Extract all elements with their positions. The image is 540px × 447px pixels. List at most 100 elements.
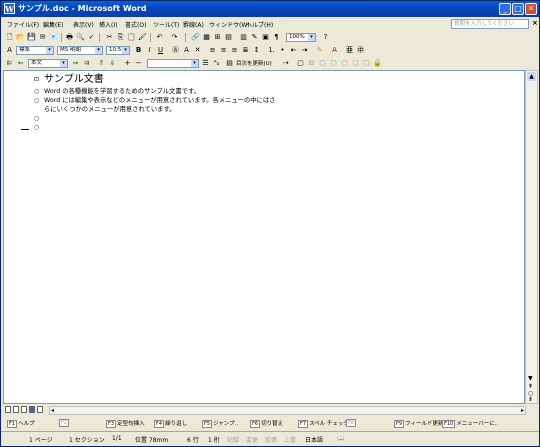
minimize-button[interactable]: _: [499, 3, 511, 15]
document-map-icon[interactable]: ▣: [261, 33, 270, 42]
status-language[interactable]: 日本語: [305, 435, 323, 444]
font-select[interactable]: MS 明朝 ▾: [57, 46, 103, 55]
outline-level-select[interactable]: 本文 ▾: [28, 59, 68, 68]
document-area[interactable]: ⊡ サンプル文書 ○ Word の各種機能を学習するためのサンプル文書です。 ○…: [3, 70, 525, 404]
scroll-left-icon[interactable]: ◂: [51, 407, 54, 414]
phonetic-guide-icon[interactable]: 亜: [345, 46, 354, 55]
save-icon[interactable]: 💾: [27, 33, 36, 42]
update-toc-icon[interactable]: ▤: [225, 59, 234, 68]
print-icon[interactable]: 🖶: [65, 33, 74, 42]
tables-borders-icon[interactable]: ▦: [202, 33, 211, 42]
help-icon[interactable]: ?: [321, 33, 330, 42]
demote-to-body-icon[interactable]: ⇉: [82, 59, 91, 68]
line-spacing-icon[interactable]: ↕: [252, 46, 261, 55]
new-document-icon[interactable]: 🗋: [5, 33, 14, 42]
promote-to-heading-icon[interactable]: ⇇: [5, 59, 14, 68]
first-line-only-icon[interactable]: ☰: [201, 59, 210, 68]
menu-file[interactable]: ファイル(F): [7, 20, 39, 29]
bullets-icon[interactable]: •: [278, 46, 287, 55]
align-center-icon[interactable]: ≡: [219, 46, 228, 55]
spelling-icon[interactable]: ✓: [87, 33, 96, 42]
font-color-icon[interactable]: A: [330, 46, 339, 55]
bold-icon[interactable]: B: [134, 46, 143, 55]
outline-body-line[interactable]: ○ Word の各種機能を学習するためのサンプル文書です。: [34, 87, 514, 96]
expand-icon[interactable]: +: [123, 59, 132, 68]
scroll-right-icon[interactable]: ▸: [521, 407, 524, 414]
enclose-characters-icon[interactable]: ㊥: [356, 46, 365, 55]
fkey-f3[interactable]: F3 定型句挿入: [106, 419, 145, 428]
word-app-icon[interactable]: W: [4, 3, 15, 14]
normal-view-icon[interactable]: [5, 406, 11, 413]
status-ext[interactable]: 拡張: [265, 435, 277, 444]
title-bar[interactable]: W サンプル.doc - Microsoft Word _ □ ✕: [1, 1, 539, 17]
body-bullet-icon[interactable]: ○: [34, 96, 39, 105]
fkey-f5[interactable]: F5 ジャンプ..: [202, 419, 238, 428]
promote-icon[interactable]: ⇐: [16, 59, 25, 68]
scroll-up-icon[interactable]: ▲: [527, 72, 536, 81]
font-size-select[interactable]: 10.5 ▾: [106, 46, 130, 55]
previous-page-icon[interactable]: ⇞: [528, 383, 533, 390]
increase-indent-icon[interactable]: ⇥: [300, 46, 309, 55]
menu-format[interactable]: 書式(O): [125, 20, 146, 29]
fkey-f6[interactable]: F6 切り替え: [250, 419, 283, 428]
status-line[interactable]: 6 行: [187, 435, 199, 444]
hyperlink-icon[interactable]: 🔗: [191, 33, 200, 42]
web-layout-view-icon[interactable]: [13, 406, 19, 413]
outline-empty-line[interactable]: ○: [34, 114, 514, 123]
email-icon[interactable]: 📧: [49, 33, 58, 42]
status-page-count[interactable]: 1/1: [112, 435, 122, 442]
show-hide-icon[interactable]: ¶: [272, 33, 281, 42]
print-layout-view-icon[interactable]: [21, 406, 27, 413]
underline-icon[interactable]: U: [156, 46, 165, 55]
show-formatting-icon[interactable]: ᴬₐ: [212, 59, 221, 68]
collapse-icon[interactable]: −: [134, 59, 143, 68]
numbering-icon[interactable]: ⒈: [267, 46, 276, 55]
heading-bullet-icon[interactable]: ⊡: [34, 73, 39, 87]
menu-tools[interactable]: ツール(T): [153, 20, 179, 29]
highlight-icon[interactable]: ✎: [315, 46, 324, 55]
status-section[interactable]: 1 セクション: [69, 435, 105, 444]
italic-icon[interactable]: I: [145, 46, 154, 55]
fkey-f10[interactable]: F10 メニューバーに..: [442, 419, 498, 428]
status-ovr[interactable]: 上書: [284, 435, 296, 444]
zoom-select[interactable]: 100% ▾: [286, 33, 316, 42]
permission-icon[interactable]: ✉: [38, 33, 47, 42]
help-search-input[interactable]: 質問を入力してください: [451, 19, 529, 29]
print-preview-icon[interactable]: 🔍: [76, 33, 85, 42]
menu-table[interactable]: 罫線(A): [183, 20, 204, 29]
status-position[interactable]: 位置 78mm: [135, 435, 168, 444]
outline-heading-line[interactable]: ⊡ サンプル文書: [34, 73, 514, 87]
move-up-icon[interactable]: ⇑: [97, 59, 106, 68]
fkey-f1[interactable]: F1 ヘルプ: [7, 419, 35, 428]
insert-table-icon[interactable]: ⊞: [213, 33, 222, 42]
outline-empty-line[interactable]: ○: [34, 123, 514, 132]
update-toc-label[interactable]: 目次を更新(U): [236, 59, 272, 67]
menu-view[interactable]: 表示(V): [73, 20, 94, 29]
maximize-button[interactable]: □: [512, 3, 524, 15]
paste-icon[interactable]: 📋: [127, 33, 136, 42]
drawing-icon[interactable]: ✎: [250, 33, 259, 42]
character-border-icon[interactable]: Ⓐ: [171, 46, 180, 55]
decrease-indent-icon[interactable]: ⇤: [289, 46, 298, 55]
master-document-view-icon[interactable]: ▢: [296, 59, 305, 68]
demote-icon[interactable]: ⇒: [71, 59, 80, 68]
show-level-select[interactable]: ▾: [147, 59, 199, 68]
menu-edit[interactable]: 編集(E): [43, 20, 63, 29]
body-bullet-icon[interactable]: ○: [34, 114, 39, 123]
fkey-f4[interactable]: F4 繰り返し: [154, 419, 187, 428]
body-bullet-icon[interactable]: ○: [34, 87, 39, 96]
scroll-down-icon[interactable]: ▼: [528, 375, 533, 382]
status-page[interactable]: 1 ページ: [29, 435, 53, 444]
close-button[interactable]: ✕: [525, 3, 537, 15]
styles-pane-icon[interactable]: A: [5, 46, 14, 55]
fkey-f9[interactable]: F9 フィールド更新: [394, 419, 443, 428]
distributed-icon[interactable]: ≣: [241, 46, 250, 55]
outline-body-line[interactable]: ○ Word には編集や表示などのメニューが用意されています。各メニューの中には…: [34, 96, 514, 105]
status-trk[interactable]: 変更: [246, 435, 258, 444]
columns-icon[interactable]: ▥: [239, 33, 248, 42]
character-shading-icon[interactable]: A: [182, 46, 191, 55]
menu-window[interactable]: ウィンドウ(W): [209, 20, 250, 29]
redo-icon[interactable]: ↷: [170, 33, 179, 42]
status-column[interactable]: 1 桁: [208, 435, 220, 444]
cut-icon[interactable]: ✂: [105, 33, 114, 42]
